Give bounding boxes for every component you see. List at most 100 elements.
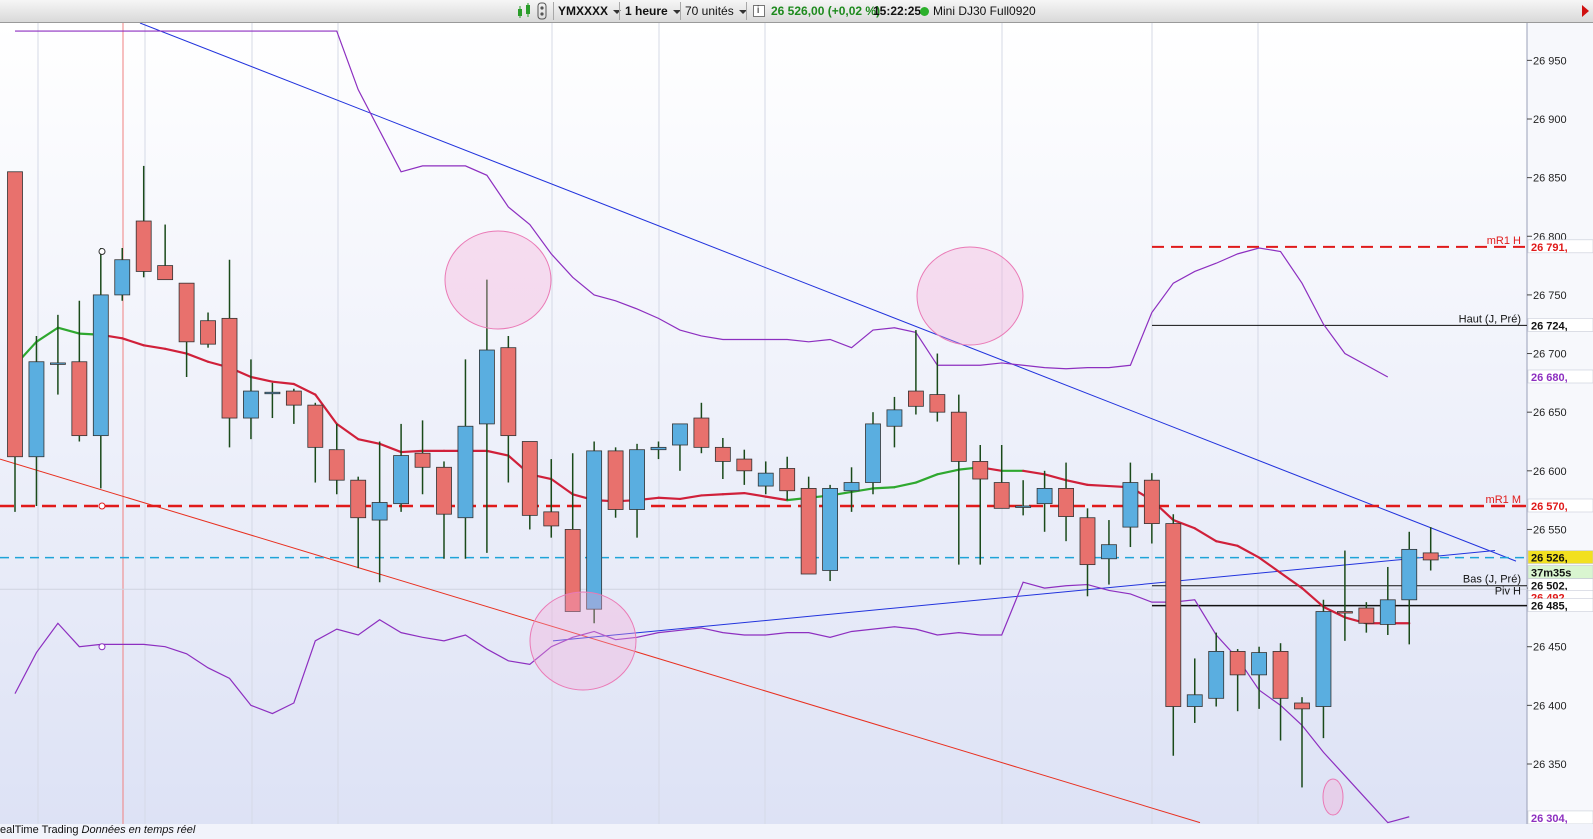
info-icon[interactable]: i xyxy=(753,0,765,22)
candle-body xyxy=(457,425,474,519)
candle-body xyxy=(757,472,774,487)
candle-body xyxy=(843,482,860,492)
source-label: ealTime Trading xyxy=(0,824,79,836)
alert-arrow-icon[interactable] xyxy=(1578,0,1592,22)
candle-body xyxy=(693,417,710,448)
candle-body xyxy=(1401,548,1418,601)
candle-body xyxy=(714,446,731,462)
moving-average-segment xyxy=(1086,483,1111,488)
level-marker xyxy=(98,502,106,510)
candle-body xyxy=(1294,702,1310,710)
candle-body xyxy=(1186,694,1203,707)
info-icon-glyph: i xyxy=(757,5,760,16)
level-label: Bas (J, Pré) xyxy=(1463,574,1521,586)
candle-body xyxy=(92,294,109,437)
symbol-select[interactable]: YMXXXX xyxy=(558,0,622,22)
candle-body xyxy=(157,265,174,281)
price-chart[interactable]: 26 35026 40026 45026 50026 55026 60026 6… xyxy=(0,23,1593,824)
candle-body xyxy=(50,362,66,365)
realtime-label: Données en temps réel xyxy=(81,824,196,836)
candle-body xyxy=(672,423,688,446)
level-label: Haut (J, Pré) xyxy=(1459,313,1521,325)
candle-body xyxy=(285,390,302,406)
candle-body xyxy=(436,466,452,515)
y-tick-label: 26 950 xyxy=(1533,55,1567,67)
candle-body xyxy=(307,404,324,448)
candle-body xyxy=(1015,505,1032,508)
candle-body xyxy=(328,449,345,481)
highlight-circle xyxy=(1322,778,1344,816)
candle-body xyxy=(1358,607,1375,624)
candle-body xyxy=(886,409,903,427)
candle-body xyxy=(629,449,645,510)
candle-body xyxy=(822,488,838,571)
candle-body xyxy=(221,317,238,419)
candle-body xyxy=(7,171,23,458)
price-tag-label: 26 680, xyxy=(1531,372,1568,384)
ma-marker xyxy=(98,248,106,256)
price-tag-label: 26 570, xyxy=(1531,501,1568,513)
price-change: 26 526,00 (+0,02 %) xyxy=(771,4,881,18)
candle-body xyxy=(1122,482,1139,528)
units-select[interactable]: 70 unités xyxy=(685,0,747,22)
symbol-label: YMXXXX xyxy=(558,4,609,18)
period-label: 1 heure xyxy=(625,4,668,18)
quote-time: 15:22:25 xyxy=(873,4,922,18)
candle-body xyxy=(1251,652,1267,676)
candle-body xyxy=(908,390,924,407)
candle-body xyxy=(28,361,45,458)
y-tick-label: 26 550 xyxy=(1533,524,1567,536)
y-tick-label: 26 700 xyxy=(1533,349,1567,361)
y-tick-label: 26 350 xyxy=(1533,759,1567,771)
candle-body xyxy=(71,361,88,437)
candle-body xyxy=(543,511,560,527)
candle-body xyxy=(1143,479,1160,524)
candle-body xyxy=(350,479,367,519)
price-tag-label: 37m35s xyxy=(1531,567,1571,579)
candle-body xyxy=(1272,651,1289,699)
candle-body xyxy=(200,320,216,345)
level-label: mR1 H xyxy=(1487,235,1521,247)
candle-body xyxy=(135,220,152,272)
candle-body xyxy=(650,446,667,451)
instrument-status: Mini DJ30 Full0920 xyxy=(920,0,1036,22)
moving-average-segment xyxy=(721,491,746,496)
candle-body xyxy=(1229,651,1246,676)
instrument-name: Mini DJ30 Full0920 xyxy=(933,4,1036,18)
price-tag-label: 26 526, xyxy=(1531,553,1568,565)
y-tick-label: 26 850 xyxy=(1533,173,1567,185)
highlight-circle xyxy=(444,230,552,330)
candle-body xyxy=(178,282,195,343)
y-tick-label: 26 750 xyxy=(1533,290,1567,302)
candle-body xyxy=(607,450,624,510)
moving-average-segment xyxy=(700,493,724,497)
candle-body xyxy=(1337,611,1353,614)
moving-average-segment xyxy=(400,449,424,454)
candle-body xyxy=(865,423,881,483)
y-tick-label: 26 400 xyxy=(1533,700,1567,712)
chart-toolbar: YMXXXX 1 heure 70 unités i 26 526,00 (+0… xyxy=(0,0,1593,23)
candle-body xyxy=(800,488,817,575)
candle-body xyxy=(736,458,753,472)
candle-body xyxy=(1315,611,1332,707)
candle-body xyxy=(393,455,410,505)
indicator-icon[interactable] xyxy=(536,0,548,22)
candle-body xyxy=(972,461,989,480)
bollinger-marker xyxy=(98,643,106,651)
price-tag-label: 26 485, xyxy=(1531,601,1568,613)
candle-body xyxy=(1379,599,1396,625)
candle-body xyxy=(993,482,1010,509)
moving-average-segment xyxy=(657,496,682,501)
candle-body xyxy=(1101,544,1117,560)
candle-body xyxy=(414,452,431,468)
highlight-circle xyxy=(529,591,637,691)
candle-body xyxy=(521,441,538,516)
y-tick-label: 26 600 xyxy=(1533,466,1567,478)
candle-body xyxy=(1208,651,1225,699)
moving-average-segment xyxy=(871,486,896,490)
period-select[interactable]: 1 heure xyxy=(625,0,681,22)
price-tag-label: 26 724, xyxy=(1531,320,1568,332)
candlestick-icon[interactable] xyxy=(516,0,534,22)
candle-body xyxy=(929,394,946,413)
units-label: 70 unités xyxy=(685,4,734,18)
